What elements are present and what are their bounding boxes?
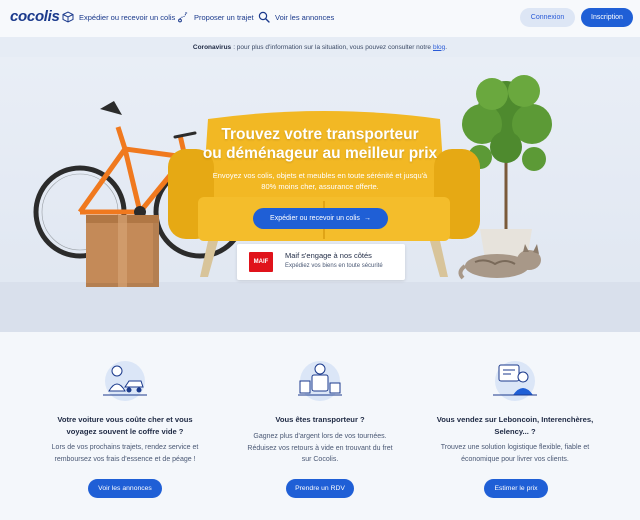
maif-subtitle: Expédiez vos biens en toute sécurité (285, 263, 383, 269)
feature-carrier-title: Vous êtes transporteur ? (215, 414, 425, 426)
maif-title: Maif s'engage à nos côtés (285, 251, 372, 260)
cocolis-logo[interactable]: cocolis (10, 8, 60, 25)
feature-seller-title-line1: Vous vendez sur Leboncoin, Interenchères… (436, 415, 594, 424)
hero-title-line2: ou déménageur au meilleur prix (202, 145, 438, 162)
nav-propose-trip-label: Proposer un trajet (194, 12, 254, 22)
hero-subtitle-line2: 80% moins cher, assurance offerte. (261, 182, 379, 191)
nav-view-listings[interactable]: Voir les annonces (258, 11, 334, 23)
hero-title: Trouvez votre transporteur ou déménageur… (150, 125, 490, 163)
view-listings-button[interactable]: Voir les annonces (88, 479, 162, 498)
banner-text: : pour plus d'information sur la situati… (233, 43, 431, 51)
seller-icon (493, 361, 537, 401)
car-driver-icon (103, 361, 147, 401)
feature-seller-text: Trouvez une solution logistique flexible… (410, 442, 620, 465)
maif-partner-card[interactable]: MAIF Maif s'engage à nos côtés Expédiez … (237, 244, 405, 280)
search-icon (258, 11, 270, 23)
hero-send-package-button[interactable]: Expédier ou recevoir un colis → (253, 208, 388, 229)
nav-send-package-label: Expédier ou recevoir un colis (79, 12, 176, 22)
feature-driver-title-line2: voyagez souvent le coffre vide ? (66, 427, 184, 436)
feature-seller-text-line1: Trouvez une solution logistique flexible… (440, 444, 590, 451)
estimate-price-button[interactable]: Estimer le prix (484, 479, 548, 498)
cardboard-box (86, 215, 159, 287)
feature-driver-title-line1: Votre voiture vous coûte cher et vous (57, 415, 193, 424)
hero-title-line1: Trouvez votre transporteur (221, 126, 419, 143)
hero-subtitle-line1: Envoyez vos colis, objets et meubles en … (212, 171, 428, 180)
feature-seller-title: Vous vendez sur Leboncoin, Interenchères… (410, 414, 620, 438)
hero-cta-label: Expédier ou recevoir un colis (270, 215, 360, 222)
nav-propose-trip[interactable]: Proposer un trajet (177, 11, 254, 23)
feature-carrier-text-line2: Réduisez vos retours à vide en trouvant … (247, 444, 393, 452)
feature-carrier-title-line1: Vous êtes transporteur ? (275, 415, 365, 424)
feature-carrier-text: Gagnez plus d'argent lors de vos tournée… (215, 431, 425, 466)
package-icon (62, 11, 74, 23)
banner-title: Coronavirus (192, 43, 232, 51)
signup-button[interactable]: Inscription (581, 8, 633, 27)
hero-subtitle: Envoyez vos colis, objets et meubles en … (170, 170, 470, 192)
maif-logo: MAIF (249, 252, 273, 272)
cat-illustration (458, 244, 541, 280)
banner-end: . (445, 43, 448, 51)
feature-driver-text-line1: Lors de vos prochains trajets, rendez se… (51, 444, 199, 451)
book-appointment-button[interactable]: Prendre un RDV (286, 479, 354, 498)
top-navbar: cocolis Expédier ou recevoir un colis Pr… (0, 0, 640, 37)
feature-driver-title: Votre voiture vous coûte cher et vous vo… (20, 414, 230, 438)
arrow-right-icon: → (363, 215, 371, 222)
banner-blog-link[interactable]: blog (433, 44, 445, 51)
route-icon (178, 12, 188, 23)
coronavirus-banner: Coronavirus : pour plus d'information su… (0, 37, 640, 57)
nav-send-package[interactable]: Expédier ou recevoir un colis (62, 11, 175, 23)
hero-section: Trouvez votre transporteur ou déménageur… (0, 57, 640, 332)
mover-icon (298, 361, 342, 401)
feature-seller-title-line2: Selency... ? (494, 427, 536, 436)
feature-carrier-text-line3: sur Cocolis. (301, 456, 339, 463)
login-button[interactable]: Connexion (520, 8, 575, 27)
feature-carrier-text-line1: Gagnez plus d'argent lors de vos tournée… (253, 433, 387, 440)
hero-floor (0, 282, 640, 332)
feature-seller-text-line2: économique pour livrer vos clients. (461, 455, 569, 463)
feature-driver-text-line2: remboursez vos frais d'essence et de péa… (54, 455, 196, 463)
feature-driver-text: Lors de vos prochains trajets, rendez se… (20, 442, 230, 465)
nav-view-listings-label: Voir les annonces (275, 12, 335, 22)
features-section: Votre voiture vous coûte cher et vous vo… (0, 332, 640, 520)
